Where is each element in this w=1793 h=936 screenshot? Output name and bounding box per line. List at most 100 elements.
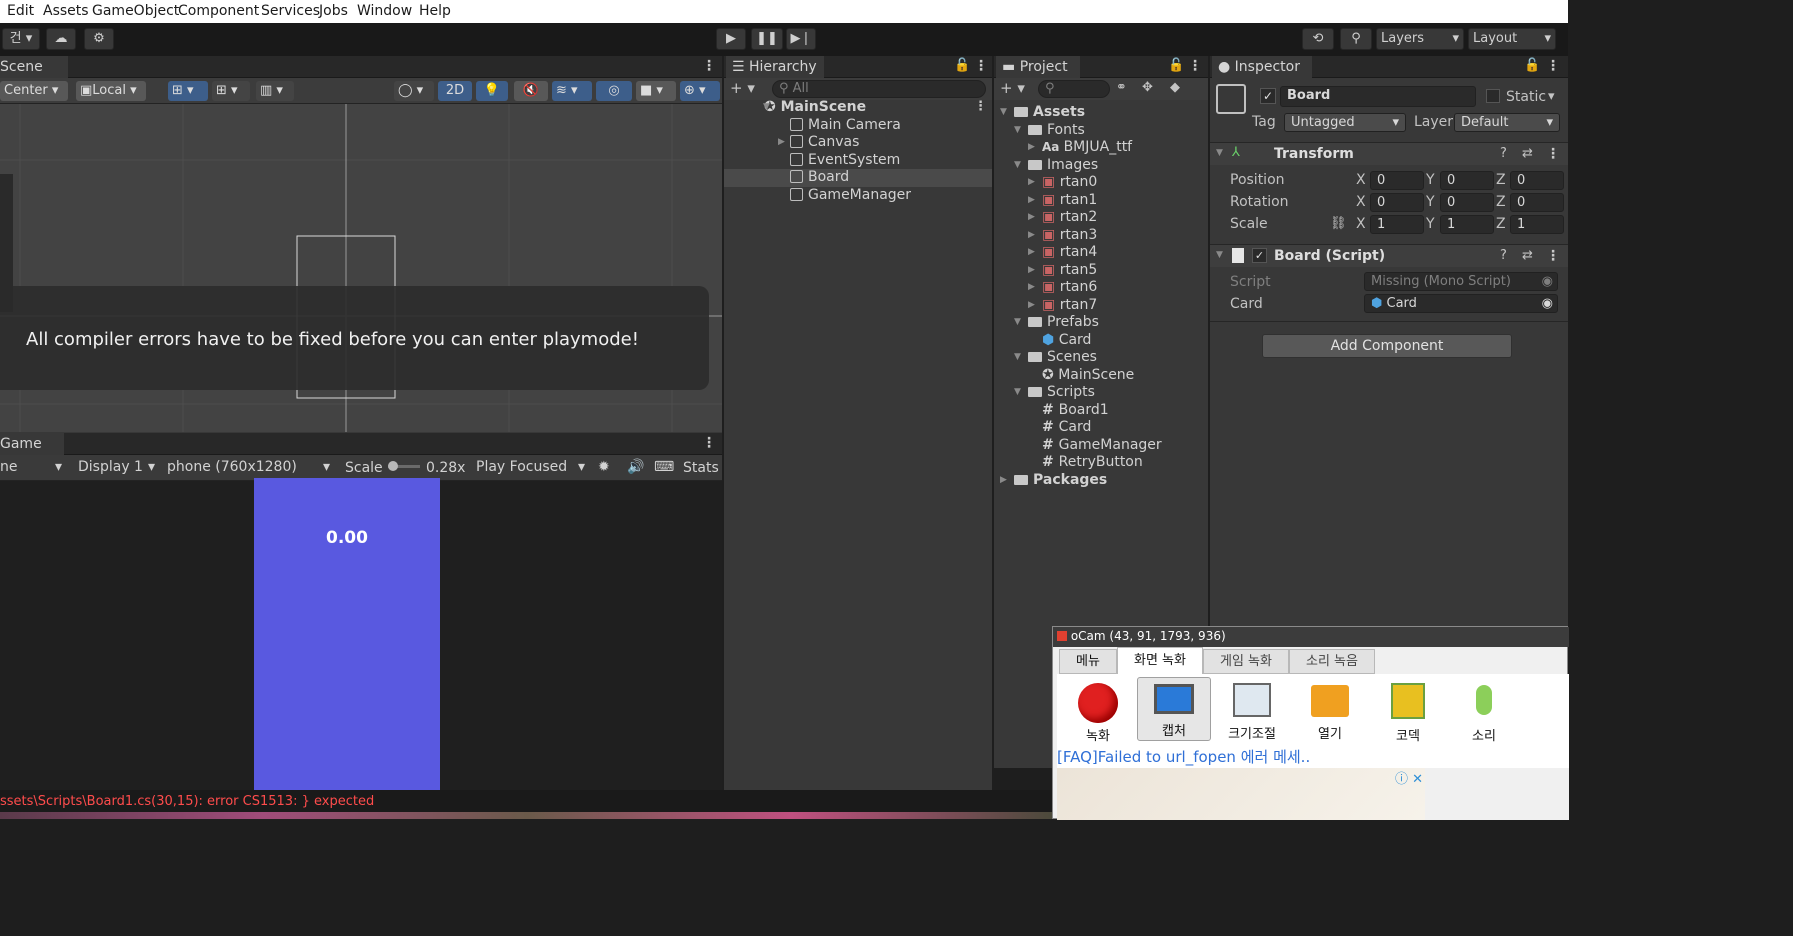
object-name-field[interactable]: Board xyxy=(1280,86,1476,107)
menu-gameobject[interactable]: GameObject xyxy=(92,3,179,19)
script-enabled-checkbox[interactable]: ✓ xyxy=(1252,248,1267,263)
expand-arrow-icon[interactable]: ▶ xyxy=(1028,227,1035,244)
project-item-assets[interactable]: Assets xyxy=(1014,104,1085,121)
audio-mute-icon[interactable]: 🔇 xyxy=(514,81,548,101)
menu-assets[interactable]: Assets xyxy=(43,3,89,19)
camera-icon[interactable]: ■ ▾ xyxy=(636,81,676,101)
stats-button[interactable]: Stats xyxy=(683,460,719,477)
project-item-rtan0[interactable]: ▣ rtan0 xyxy=(1042,174,1097,191)
ocam-tab-screen-record[interactable]: 화면 녹화 xyxy=(1117,647,1203,675)
ocam-sound-button[interactable]: 소리 xyxy=(1447,679,1521,744)
play-focused-dropdown[interactable]: Play Focused ▾ xyxy=(476,459,588,476)
ocam-tab-game-record[interactable]: 게임 녹화 xyxy=(1203,649,1289,674)
project-item-bmjua_ttf[interactable]: Aa BMJUA_ttf xyxy=(1042,139,1132,156)
effects-icon[interactable]: ≋ ▾ xyxy=(552,81,592,101)
tab-project[interactable]: ▬ Project xyxy=(996,56,1080,78)
menu-jobs[interactable]: Jobs xyxy=(319,3,348,19)
project-item-retrybutton[interactable]: # RetryButton xyxy=(1042,454,1143,471)
game-view-dropdown[interactable]: ne ▾ xyxy=(0,459,66,476)
scene-root[interactable]: ✪ MainScene xyxy=(764,99,866,116)
ocam-tab-sound-record[interactable]: 소리 녹음 xyxy=(1289,649,1375,674)
more-icon[interactable]: ⋮ xyxy=(1188,58,1202,74)
tag-dropdown[interactable]: Untagged ▾ xyxy=(1284,113,1406,132)
expand-arrow-icon[interactable]: ▼ xyxy=(1014,122,1021,139)
audio-icon[interactable]: 🔊 xyxy=(627,459,644,476)
static-checkbox[interactable] xyxy=(1486,89,1500,103)
expand-arrow-icon[interactable]: ▼ xyxy=(1000,104,1007,121)
ocam-open-button[interactable]: 열기 xyxy=(1293,679,1367,743)
project-item-board1[interactable]: # Board1 xyxy=(1042,402,1109,419)
expand-arrow-icon[interactable]: ▶ xyxy=(1028,262,1035,279)
expand-arrow-icon[interactable]: ▶ xyxy=(1028,297,1035,314)
project-item-gamemanager[interactable]: # GameManager xyxy=(1042,437,1162,454)
grid-icon[interactable]: ⊞ ▾ xyxy=(212,81,250,101)
expand-arrow-icon[interactable]: ▼ xyxy=(1216,145,1223,162)
scale-z-field[interactable]: 1 xyxy=(1510,215,1564,234)
menu-component[interactable]: Component xyxy=(178,3,259,19)
gizmos-icon[interactable]: ⊕ ▾ xyxy=(680,81,720,101)
menu-edit[interactable]: Edit xyxy=(7,3,34,19)
create-icon[interactable]: + ▾ xyxy=(730,79,755,97)
add-component-button[interactable]: Add Component xyxy=(1262,334,1512,358)
tab-game[interactable]: Game xyxy=(0,433,64,455)
expand-arrow-icon[interactable]: ▼ xyxy=(1014,314,1021,331)
cloud-icon[interactable]: ☁ xyxy=(46,28,76,50)
project-item-card[interactable]: # Card xyxy=(1042,419,1091,436)
lock-icon[interactable]: 🔓 xyxy=(1524,58,1540,73)
menu-window[interactable]: Window xyxy=(357,3,412,19)
bug-icon[interactable]: ✹ xyxy=(598,459,610,476)
scale-slider[interactable] xyxy=(388,461,420,471)
project-item-prefabs[interactable]: Prefabs xyxy=(1028,314,1099,331)
step-button[interactable]: ▶❘ xyxy=(786,28,816,50)
hierarchy-item-board[interactable]: Board xyxy=(790,169,849,186)
position-z-field[interactable]: 0 xyxy=(1510,171,1564,190)
ocam-codec-button[interactable]: 코덱 xyxy=(1371,679,1445,744)
pivot-local-dropdown[interactable]: ▣Local ▾ xyxy=(76,81,146,101)
position-y-field[interactable]: 0 xyxy=(1440,171,1494,190)
expand-arrow-icon[interactable]: ▼ xyxy=(1014,157,1021,174)
more-icon[interactable]: ⋮ xyxy=(1546,146,1560,162)
more-icon[interactable]: ⋮ xyxy=(702,435,716,451)
resolution-dropdown[interactable]: phone (760x1280) ▾ xyxy=(167,459,333,476)
hierarchy-item-main-camera[interactable]: Main Camera xyxy=(790,117,901,134)
rotation-y-field[interactable]: 0 xyxy=(1440,193,1494,212)
expand-arrow-icon[interactable]: ▶ xyxy=(1028,192,1035,209)
position-x-field[interactable]: 0 xyxy=(1370,171,1424,190)
expand-arrow-icon[interactable]: ▼ xyxy=(763,99,770,116)
tag-icon[interactable]: ◆ xyxy=(1170,80,1180,95)
expand-arrow-icon[interactable]: ▶ xyxy=(1028,139,1035,156)
expand-arrow-icon[interactable]: ▼ xyxy=(1014,349,1021,366)
expand-arrow-icon[interactable]: ▶ xyxy=(1028,209,1035,226)
hierarchy-search-input[interactable]: ⚲ All xyxy=(772,80,986,98)
collab-icon[interactable]: ⚙ xyxy=(84,28,114,50)
help-icon[interactable]: ? xyxy=(1500,248,1507,263)
display-dropdown[interactable]: Display 1 ▾ xyxy=(78,459,160,476)
ruler-icon[interactable]: ▥ ▾ xyxy=(256,81,294,101)
visibility-icon[interactable]: ◎ xyxy=(596,81,632,101)
hierarchy-item-canvas[interactable]: Canvas xyxy=(790,134,859,151)
ocam-record-button[interactable]: 녹화 xyxy=(1061,679,1135,744)
expand-arrow-icon[interactable]: ▶ xyxy=(1028,244,1035,261)
project-item-rtan2[interactable]: ▣ rtan2 xyxy=(1042,209,1097,226)
ocam-faq-link[interactable]: [FAQ]Failed to url_fopen 에러 메세.. xyxy=(1057,746,1569,768)
script-header[interactable]: ▼ ✓ Board (Script) ? ⇄ ⋮ xyxy=(1210,245,1568,267)
help-icon[interactable]: ? xyxy=(1500,146,1507,161)
ocam-tab-menu[interactable]: 메뉴 xyxy=(1059,649,1117,674)
ocam-capture-button[interactable]: 캡처 xyxy=(1137,677,1211,741)
project-item-mainscene[interactable]: ✪ MainScene xyxy=(1042,367,1134,384)
preset-icon[interactable]: ⇄ xyxy=(1522,248,1533,263)
scale-y-field[interactable]: 1 xyxy=(1440,215,1494,234)
lock-icon[interactable]: 🔓 xyxy=(1168,58,1184,73)
project-item-rtan5[interactable]: ▣ rtan5 xyxy=(1042,262,1097,279)
ocam-resize-button[interactable]: 크기조절 xyxy=(1215,679,1289,743)
expand-arrow-icon[interactable]: ▼ xyxy=(1014,384,1021,401)
more-icon[interactable]: ⋮ xyxy=(974,58,988,74)
project-item-images[interactable]: Images xyxy=(1028,157,1098,174)
filter-label-icon[interactable]: ✥ xyxy=(1142,80,1153,95)
project-item-card[interactable]: ⬢ Card xyxy=(1042,332,1091,349)
expand-arrow-icon[interactable]: ▶ xyxy=(1028,174,1035,191)
layout-dropdown[interactable]: Layout ▾ xyxy=(1468,28,1556,50)
target-icon[interactable]: ◉ xyxy=(1542,295,1553,312)
tool-palette[interactable] xyxy=(0,174,13,312)
rotation-x-field[interactable]: 0 xyxy=(1370,193,1424,212)
